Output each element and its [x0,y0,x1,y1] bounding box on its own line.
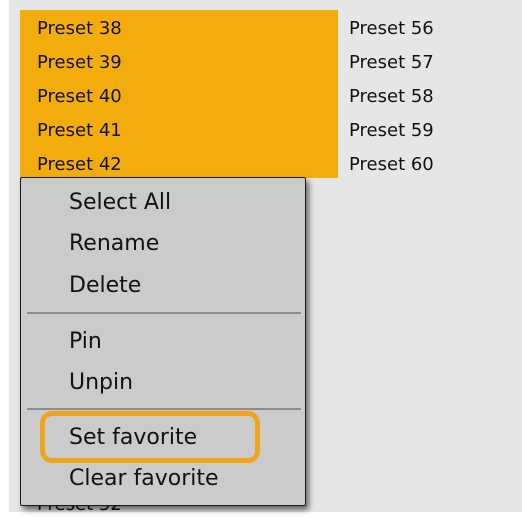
preset-item[interactable]: Preset 42 [37,154,122,176]
preset-item[interactable]: Preset 58 [349,86,434,108]
context-menu: Select All Rename Delete Pin Unpin Set f… [20,177,306,506]
preset-item[interactable]: Preset 60 [349,154,434,176]
menu-item-rename[interactable]: Rename [69,230,159,258]
preset-item[interactable]: Preset 39 [37,52,122,74]
preset-item[interactable]: Preset 59 [349,120,434,142]
menu-item-select-all[interactable]: Select All [69,189,171,217]
menu-separator [27,312,301,314]
preset-item[interactable]: Preset 40 [37,86,122,108]
menu-item-delete[interactable]: Delete [69,272,141,300]
menu-separator [27,408,301,410]
menu-item-unpin[interactable]: Unpin [69,369,133,397]
menu-item-pin[interactable]: Pin [69,328,102,356]
preset-item[interactable]: Preset 57 [349,52,434,74]
menu-item-clear-favorite[interactable]: Clear favorite [69,465,219,493]
preset-item[interactable]: Preset 38 [37,18,122,40]
preset-item[interactable]: Preset 41 [37,120,122,142]
menu-item-set-favorite[interactable]: Set favorite [69,424,197,452]
preset-item[interactable]: Preset 56 [349,18,434,40]
